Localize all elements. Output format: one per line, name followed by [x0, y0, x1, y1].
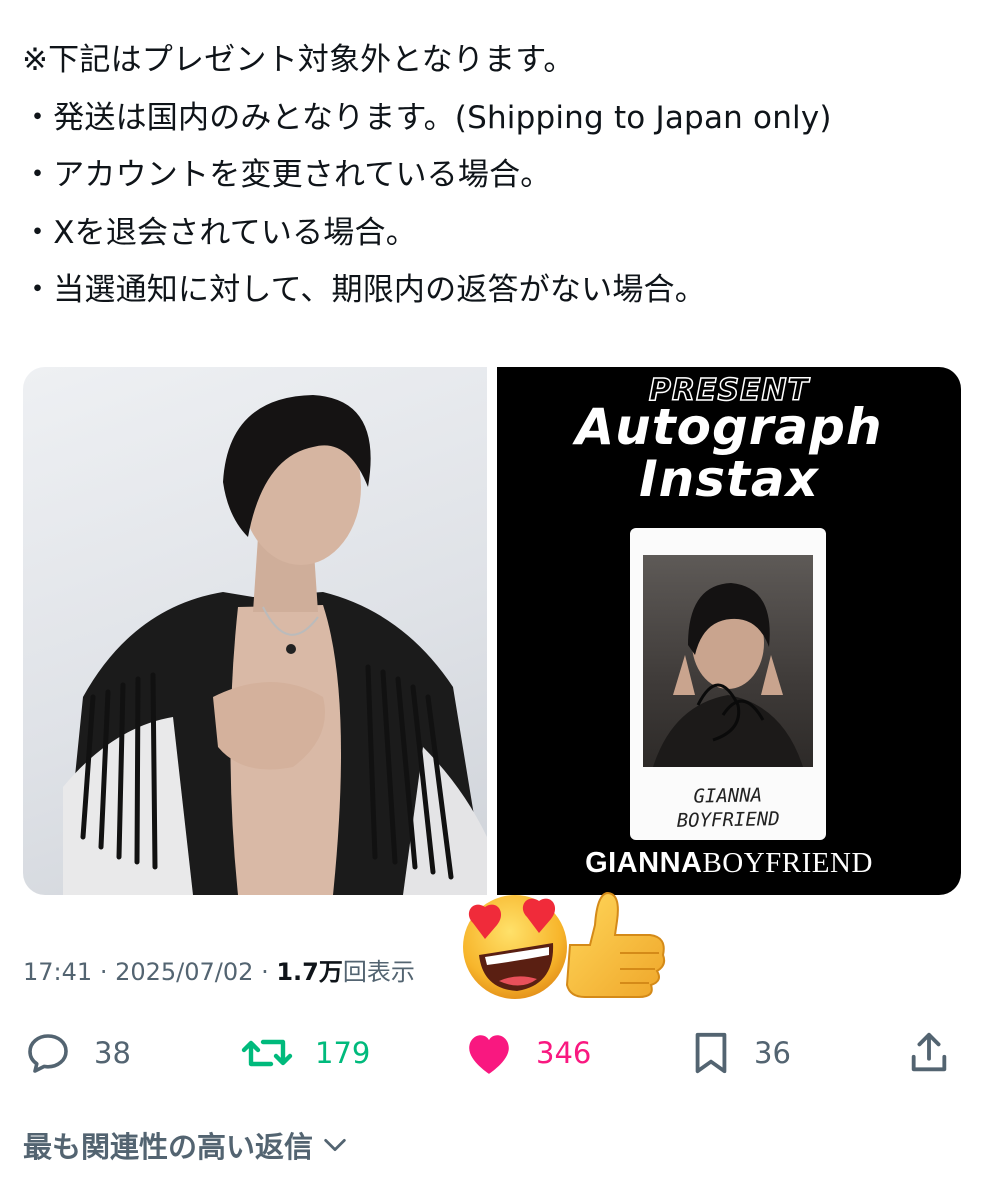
bookmark-button[interactable]: 36 — [690, 1025, 791, 1081]
artist-portrait-illustration — [63, 395, 487, 895]
tweet-line: ・発送は国内のみとなります。(Shipping to Japan only) — [22, 99, 832, 136]
repost-icon — [241, 1039, 293, 1067]
bookmark-icon — [695, 1032, 727, 1074]
tweet-meta: 17:41 · 2025/07/02 · 1.7万回表示 — [23, 952, 415, 987]
meta-separator: · — [261, 958, 269, 986]
brand-logo: GIANNABOYFRIEND — [497, 845, 961, 880]
media-grid: PRESENT Autograph Instax GIANNA BOYFRIEN… — [23, 367, 961, 895]
tweet-line: ※下記はプレゼント対象外となります。 — [22, 42, 575, 78]
like-button[interactable]: 346 — [464, 1025, 591, 1081]
reply-button[interactable]: 38 — [24, 1025, 131, 1081]
heart-eyes-emoji-icon — [463, 891, 666, 999]
present-title: Autograph Instax — [497, 401, 961, 505]
tweet-actions: 38 179 346 36 — [0, 1025, 984, 1081]
tweet-time[interactable]: 17:41 — [23, 958, 92, 986]
share-icon — [911, 1032, 947, 1072]
present-title-line2: Instax — [639, 450, 819, 508]
meta-separator: · — [99, 958, 108, 986]
tweet-text: ※下記はプレゼント対象外となります。 ・発送は国内のみとなります。(Shippi… — [22, 32, 972, 320]
photo-present-graphic[interactable]: PRESENT Autograph Instax GIANNA BOYFRIEN… — [497, 367, 961, 895]
views-count: 1.7万 — [276, 958, 343, 986]
like-count: 346 — [536, 1036, 592, 1070]
tweet-line: ・Xを退会されている場合。 — [22, 214, 417, 251]
heart-icon — [469, 1035, 509, 1074]
chevron-down-icon — [324, 1138, 346, 1152]
replies-sort-label: 最も関連性の高い返信 — [23, 1130, 314, 1164]
reply-icon — [28, 1034, 68, 1073]
brand-name-bold: GIANNA — [585, 847, 703, 879]
replies-sort-dropdown[interactable]: 最も関連性の高い返信 — [23, 1124, 349, 1166]
reply-count: 38 — [94, 1036, 131, 1070]
brand-name-serif: BOYFRIEND — [702, 847, 873, 879]
heart-eyes-thumbs-up-sticker — [455, 885, 670, 1000]
instax-polaroid: GIANNA BOYFRIEND — [630, 528, 826, 840]
tweet-line: ・アカウントを変更されている場合。 — [22, 157, 552, 193]
present-title-line1: Autograph — [575, 398, 883, 456]
polaroid-photo-illustration — [653, 583, 803, 767]
tweet-line: ・当選通知に対して、期限内の返答がない場合。 — [22, 272, 706, 308]
views-label: 回表示 — [342, 958, 415, 986]
bookmark-count: 36 — [754, 1036, 791, 1070]
tweet-date[interactable]: 2025/07/02 — [115, 958, 253, 986]
share-button[interactable] — [908, 1025, 950, 1081]
polaroid-caption-line1: GIANNA — [693, 784, 763, 808]
photo-artist-portrait[interactable] — [23, 367, 487, 895]
repost-button[interactable]: 179 — [241, 1025, 370, 1081]
polaroid-photo — [643, 555, 813, 767]
repost-count: 179 — [315, 1036, 371, 1070]
polaroid-caption-line2: BOYFRIEND — [676, 808, 780, 832]
polaroid-caption: GIANNA BOYFRIEND — [630, 782, 827, 833]
